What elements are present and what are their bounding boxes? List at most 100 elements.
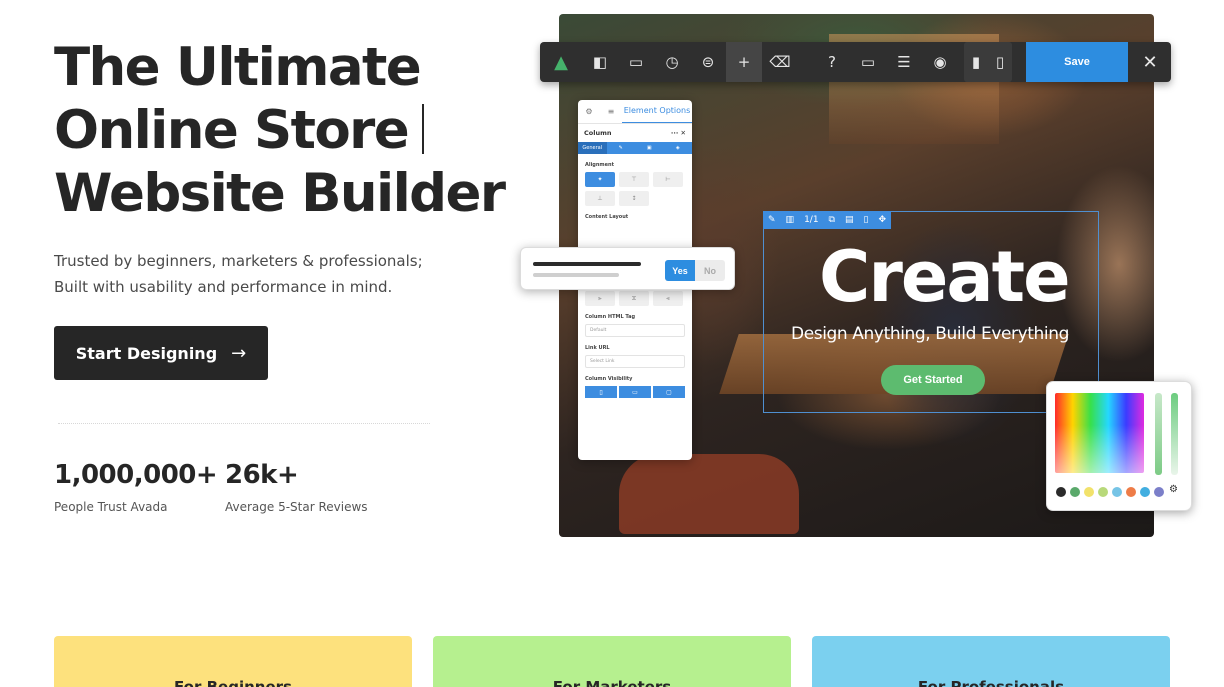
stat-value: 26k+ xyxy=(225,460,299,490)
general-subtab[interactable]: General xyxy=(578,142,607,154)
background-subtab-icon[interactable]: ▣ xyxy=(635,145,664,151)
card-label: For Marketers xyxy=(552,678,672,687)
no-option[interactable]: No xyxy=(695,260,725,281)
alignment-options-row-2: ⊥ ↕ xyxy=(578,187,692,206)
yes-no-toggle-card: Yes No xyxy=(520,247,735,290)
add-icon[interactable]: + xyxy=(726,42,762,82)
move-icon[interactable]: ✥ xyxy=(878,215,886,225)
align-stretch-icon[interactable]: ↕ xyxy=(619,191,649,206)
hero-title-line-2-text: Online Store xyxy=(54,100,410,161)
layout-icon[interactable]: ☰ xyxy=(886,42,922,82)
color-swatch[interactable] xyxy=(1056,487,1066,497)
yes-no-toggle: Yes No xyxy=(665,260,725,281)
color-swatch[interactable] xyxy=(1126,487,1136,497)
extras-subtab-icon[interactable]: ◈ xyxy=(664,145,693,151)
color-swatch[interactable] xyxy=(1112,487,1122,497)
design-subtab-icon[interactable]: ✎ xyxy=(607,145,636,151)
toggle-icon[interactable]: ⊜ xyxy=(690,42,726,82)
card-professionals[interactable]: For Professionals xyxy=(812,636,1170,687)
builder-toolbar: ▲ ◧ ▭ ◷ ⊜ + ⌫ ? ▭ ☰ ◉ ▮ ▯ Save ✕ xyxy=(540,42,1171,82)
stat-reviews: 26k+ Average 5-Star Reviews xyxy=(225,460,368,514)
typing-cursor xyxy=(422,104,425,154)
desktop-icon[interactable]: ▭ xyxy=(850,42,886,82)
stat-people-trust: 1,000,000+ People Trust Avada xyxy=(54,460,218,514)
delete-icon[interactable]: ▯ xyxy=(864,215,869,225)
panel-tabs: ⚙ ≡ Element Options xyxy=(578,100,692,124)
card-marketers[interactable]: For Marketers xyxy=(433,636,791,687)
preview-tagline: Design Anything, Build Everything xyxy=(791,324,1070,344)
alpha-slider[interactable] xyxy=(1171,393,1178,475)
clone-icon[interactable]: ⧉ xyxy=(829,215,835,225)
align-top-icon[interactable]: ⊤ xyxy=(619,172,649,187)
stat-value: 1,000,000+ xyxy=(54,460,218,490)
color-swatch[interactable] xyxy=(1098,487,1108,497)
stat-label: People Trust Avada xyxy=(54,500,168,514)
element-options-tab[interactable]: Element Options xyxy=(622,100,692,123)
hero-subtitle: Trusted by beginners, marketers & profes… xyxy=(54,248,474,300)
start-designing-button[interactable]: Start Designing → xyxy=(54,326,268,380)
library-icon[interactable]: ▭ xyxy=(618,42,654,82)
align-auto-icon[interactable]: ✦ xyxy=(585,172,615,187)
preview-headline: Create xyxy=(819,236,1071,318)
column-mini-toolbar[interactable]: ✎ ▥ 1/1 ⧉ ▤ ▯ ✥ xyxy=(763,211,891,229)
mobile-icon[interactable]: ▯ xyxy=(585,386,617,398)
align-bottom-icon[interactable]: ⊥ xyxy=(585,191,615,206)
sidebar-icon[interactable]: ◧ xyxy=(582,42,618,82)
html-tag-label: Column HTML Tag xyxy=(585,314,636,320)
yes-option[interactable]: Yes xyxy=(665,260,695,281)
justify-end-icon[interactable]: ⫷ xyxy=(653,291,683,306)
hero-title-line-1: The Ultimate xyxy=(54,37,422,98)
hero-title-line-3: Website Builder xyxy=(54,163,506,224)
page-view-group: ▮ ▯ xyxy=(964,42,1012,82)
content-layout-label: Content Layout xyxy=(585,214,629,220)
avada-logo-icon[interactable]: ▲ xyxy=(540,42,582,82)
link-url-input[interactable]: Select Link xyxy=(585,355,685,368)
divider xyxy=(58,423,430,424)
panel-controls[interactable]: ··· ✕ xyxy=(671,129,686,137)
hero-subtitle-line-1: Trusted by beginners, marketers & profes… xyxy=(54,252,423,270)
card-label: For Beginners xyxy=(174,678,292,687)
hero-subtitle-line-2: Built with usability and performance in … xyxy=(54,278,393,296)
help-icon[interactable]: ? xyxy=(814,42,850,82)
columns-icon[interactable]: ▥ xyxy=(786,215,795,225)
page-outline-icon[interactable]: ▯ xyxy=(988,42,1012,82)
color-picker-card: ⚙ xyxy=(1046,381,1192,511)
column-size[interactable]: 1/1 xyxy=(804,215,818,225)
tablet-icon[interactable]: ▭ xyxy=(619,386,651,398)
hero-title: The Ultimate Online Store Website Builde… xyxy=(54,36,524,225)
save-button[interactable]: Save xyxy=(1026,42,1128,82)
align-center-icon[interactable]: ⊢ xyxy=(653,172,683,187)
color-swatch[interactable] xyxy=(1070,487,1080,497)
html-tag-select[interactable]: Default xyxy=(585,324,685,337)
option-description-placeholder xyxy=(533,273,619,277)
color-spectrum[interactable] xyxy=(1055,393,1144,473)
card-label: For Professionals xyxy=(917,678,1065,687)
save-element-icon[interactable]: ▤ xyxy=(845,215,854,225)
hue-slider[interactable] xyxy=(1155,393,1162,475)
edit-icon[interactable]: ✎ xyxy=(768,215,776,225)
panel-title: Column xyxy=(584,129,612,137)
get-started-button[interactable]: Get Started xyxy=(881,365,985,395)
stat-label: Average 5-Star Reviews xyxy=(225,500,368,514)
preview-icon[interactable]: ◉ xyxy=(922,42,958,82)
gear-icon[interactable]: ⚙ xyxy=(1169,484,1178,495)
photo-chair xyxy=(619,454,799,534)
settings-tab-icon[interactable]: ⚙ xyxy=(578,107,600,116)
justify-center-icon[interactable]: ⧖ xyxy=(619,291,649,306)
panel-header: Column ··· ✕ xyxy=(578,124,692,142)
close-icon[interactable]: ✕ xyxy=(1130,42,1170,82)
color-swatch[interactable] xyxy=(1084,487,1094,497)
visibility-options: ▯ ▭ ▢ xyxy=(585,386,685,398)
trash-icon[interactable]: ⌫ xyxy=(762,42,798,82)
hero-title-line-2: Online Store xyxy=(54,99,524,162)
color-swatch[interactable] xyxy=(1154,487,1164,497)
color-swatch[interactable] xyxy=(1140,487,1150,497)
page-icon[interactable]: ▮ xyxy=(964,42,988,82)
color-swatches xyxy=(1056,487,1164,497)
desktop-icon[interactable]: ▢ xyxy=(653,386,685,398)
visibility-label: Column Visibility xyxy=(585,376,633,382)
list-tab-icon[interactable]: ≡ xyxy=(600,107,622,116)
history-icon[interactable]: ◷ xyxy=(654,42,690,82)
card-beginners[interactable]: For Beginners xyxy=(54,636,412,687)
justify-start-icon[interactable]: ⫸ xyxy=(585,291,615,306)
